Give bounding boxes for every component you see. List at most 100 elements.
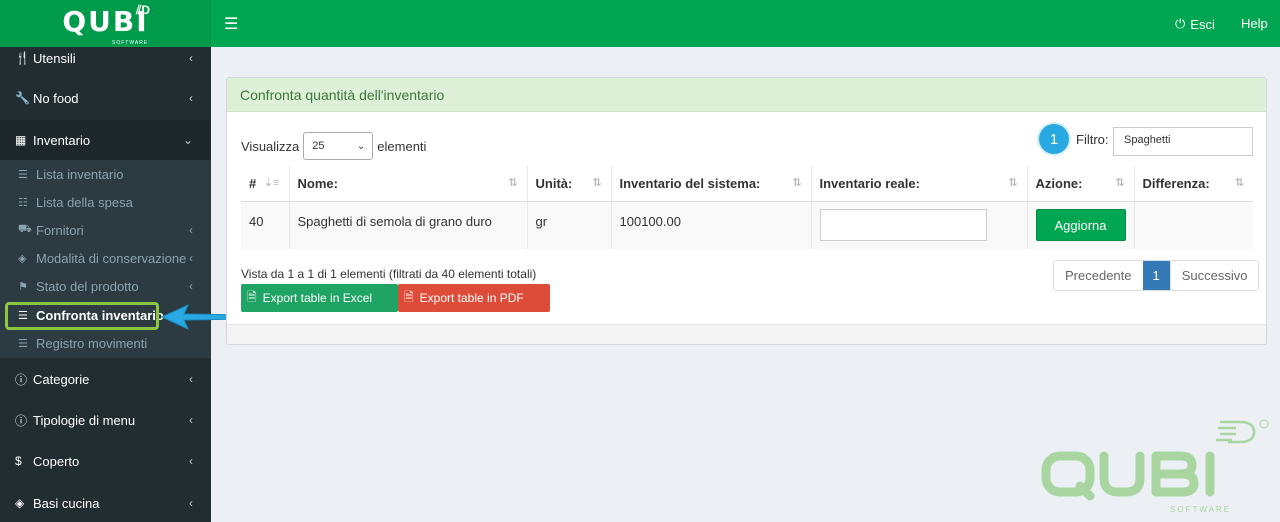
show-label: Visualizza [241, 138, 300, 154]
page-length-value: 25 [312, 140, 325, 152]
truck-icon: ⛟ [18, 223, 32, 235]
chevron-left-icon: ‹ [189, 91, 193, 105]
update-button[interactable]: Aggiorna [1035, 209, 1126, 242]
logout-label: Esci [1190, 16, 1215, 32]
file-pdf-icon: 🗎 [404, 289, 414, 304]
sidebar-item-label: Coperto [33, 453, 80, 469]
cell-difference [1134, 201, 1253, 249]
pagination-page-1[interactable]: 1 [1142, 261, 1170, 290]
inventory-table: # ⇣≡ Nome: ⇅ Unità: ⇅ Inventario del sistem… [241, 166, 1253, 249]
wrench-icon: 🔧 [15, 91, 30, 105]
sidebar-item-label: No food [33, 90, 79, 106]
chevron-left-icon: ‹ [189, 223, 193, 237]
box-footer [227, 324, 1266, 344]
sort-icon: ⇅ [1234, 177, 1244, 189]
submenu-item-label: Stato del prodotto [36, 278, 139, 294]
sidebar-item-label: Basi cucina [33, 495, 100, 511]
pagination: Precedente 1 Successivo [1053, 260, 1260, 291]
bars-icon: ☰ [18, 309, 28, 322]
cell-real-inventory [811, 201, 1028, 249]
column-header-id[interactable]: # ⇣≡ [241, 166, 290, 202]
qubi-watermark-logo-icon: SOFTWARE [1041, 419, 1269, 514]
sort-icon: ⇅ [1115, 177, 1125, 189]
sidebar-item-label: Utensili [33, 50, 76, 66]
sidebar-item-tipologie-menu[interactable]: ⓘ Tipologie di menu ‹ [0, 400, 211, 440]
sidebar-item-utensili[interactable]: 🍴 Utensili ‹ [0, 38, 211, 78]
export-pdf-button[interactable]: 🗎 Export table in PDF [398, 284, 550, 312]
pagination-next[interactable]: Successivo [1169, 261, 1259, 290]
sidebar-item-categorie[interactable]: ⓘ Categorie ‹ [0, 359, 211, 399]
submenu-item-fornitori[interactable]: ⛟ Fornitori ‹ [0, 216, 211, 244]
submenu-item-label: Lista inventario [36, 166, 124, 182]
chevron-left-icon: ‹ [189, 372, 193, 386]
page-length-control: Visualizza 25 ⌄ elementi [241, 132, 426, 160]
submenu-item-conservazione[interactable]: ◈ Modalità di conservazione ‹ [0, 244, 211, 272]
cell-action: Aggiorna [1027, 201, 1135, 249]
export-excel-button[interactable]: 🗎 Export table in Excel [241, 284, 398, 312]
column-header-unit[interactable]: Unità: ⇅ [527, 166, 612, 202]
pagination-previous[interactable]: Precedente [1054, 261, 1143, 290]
filter-input[interactable]: Spaghetti [1113, 127, 1253, 156]
sidebar-item-label: Categorie [33, 371, 90, 387]
cell-system-inventory: 100100.00 [611, 201, 812, 249]
column-header-real-inventory[interactable]: Inventario reale: ⇅ [811, 166, 1028, 202]
filter-label: Filtro: [1076, 132, 1109, 147]
submenu-item-label: Fornitori [36, 222, 84, 238]
sidebar-item-basi-cucina[interactable]: ◈ Basi cucina ‹ [0, 483, 211, 522]
step-badge: 1 [1039, 124, 1069, 154]
sort-icon: ⇅ [508, 177, 518, 189]
sidebar-toggle-icon[interactable]: ☰ [224, 14, 238, 34]
submenu-item-stato-prodotto[interactable]: ⚑ Stato del prodotto ‹ [0, 272, 211, 300]
bars-icon: ☰ [18, 337, 28, 350]
table-icon: ▦ [15, 133, 27, 147]
sidebar-item-coperto[interactable]: $ Coperto ‹ [0, 441, 211, 481]
column-header-name[interactable]: Nome: ⇅ [289, 166, 528, 202]
cube-icon: ◈ [18, 252, 27, 265]
page-length-select[interactable]: 25 ⌄ [303, 132, 374, 160]
chevron-left-icon: ‹ [189, 251, 193, 265]
real-inventory-input[interactable] [819, 209, 987, 242]
sidebar-item-inventario[interactable]: ▦ Inventario ⌄ [0, 120, 211, 160]
chevron-down-icon: ⌄ [182, 133, 193, 147]
column-header-system-inventory[interactable]: Inventario del sistema: ⇅ [611, 166, 812, 202]
power-icon: ⏻ [1175, 16, 1186, 31]
column-header-action[interactable]: Azione: ⇅ [1027, 166, 1135, 202]
submenu-item-label: Confronta inventario [36, 307, 164, 323]
info-icon: ⓘ [15, 413, 28, 428]
submenu-item-label: Modalità di conservazione [36, 250, 187, 266]
utensils-icon: 🍴 [15, 51, 30, 65]
list-icon: ☰ [18, 168, 28, 181]
cell-unit: gr [527, 201, 612, 249]
chevron-down-icon: ⌄ [356, 141, 366, 152]
help-link[interactable]: Help [1241, 16, 1268, 31]
chevron-left-icon: ‹ [189, 496, 193, 510]
table-info: Vista da 1 a 1 di 1 elementi (filtrati d… [241, 267, 537, 281]
sort-icon: ⇅ [592, 177, 602, 189]
info-icon: ⓘ [15, 372, 28, 387]
logout-button[interactable]: ⏻ Esci [1175, 16, 1215, 32]
sort-icon: ⇅ [1008, 177, 1018, 189]
list-ol-icon: ☷ [18, 196, 28, 209]
chevron-left-icon: ‹ [189, 454, 193, 468]
inventory-compare-box: Confronta quantità dell'inventario Visua… [226, 77, 1267, 345]
submenu-item-lista-inventario[interactable]: ☰ Lista inventario [0, 160, 211, 188]
export-excel-label: Export table in Excel [262, 291, 373, 305]
submenu-item-registro-movimenti[interactable]: ☰ Registro movimenti [0, 329, 211, 357]
dollar-icon: $ [15, 454, 22, 468]
cell-name: Spaghetti di semola di grano duro [289, 201, 528, 249]
sort-asc-icon: ⇣≡ [263, 177, 280, 189]
chevron-left-icon: ‹ [189, 51, 193, 65]
submenu-item-label: Lista della spesa [36, 194, 133, 210]
sort-icon: ⇅ [792, 177, 802, 189]
chevron-left-icon: ‹ [189, 279, 193, 293]
sidebar-item-no-food[interactable]: 🔧 No food ‹ [0, 78, 211, 118]
box-title: Confronta quantità dell'inventario [227, 78, 1266, 112]
submenu-item-label: Registro movimenti [36, 335, 148, 351]
cube-icon: ◈ [15, 496, 25, 510]
export-pdf-label: Export table in PDF [419, 291, 524, 305]
submenu-item-lista-spesa[interactable]: ☷ Lista della spesa [0, 188, 211, 216]
column-header-difference[interactable]: Differenza: ⇅ [1134, 166, 1253, 202]
logo-mark-icon: ⫽D [136, 3, 151, 17]
sidebar: 🍴 Utensili ‹ 🔧 No food ‹ ▦ Inventario ⌄ … [0, 47, 211, 522]
show-suffix: elementi [377, 138, 427, 154]
